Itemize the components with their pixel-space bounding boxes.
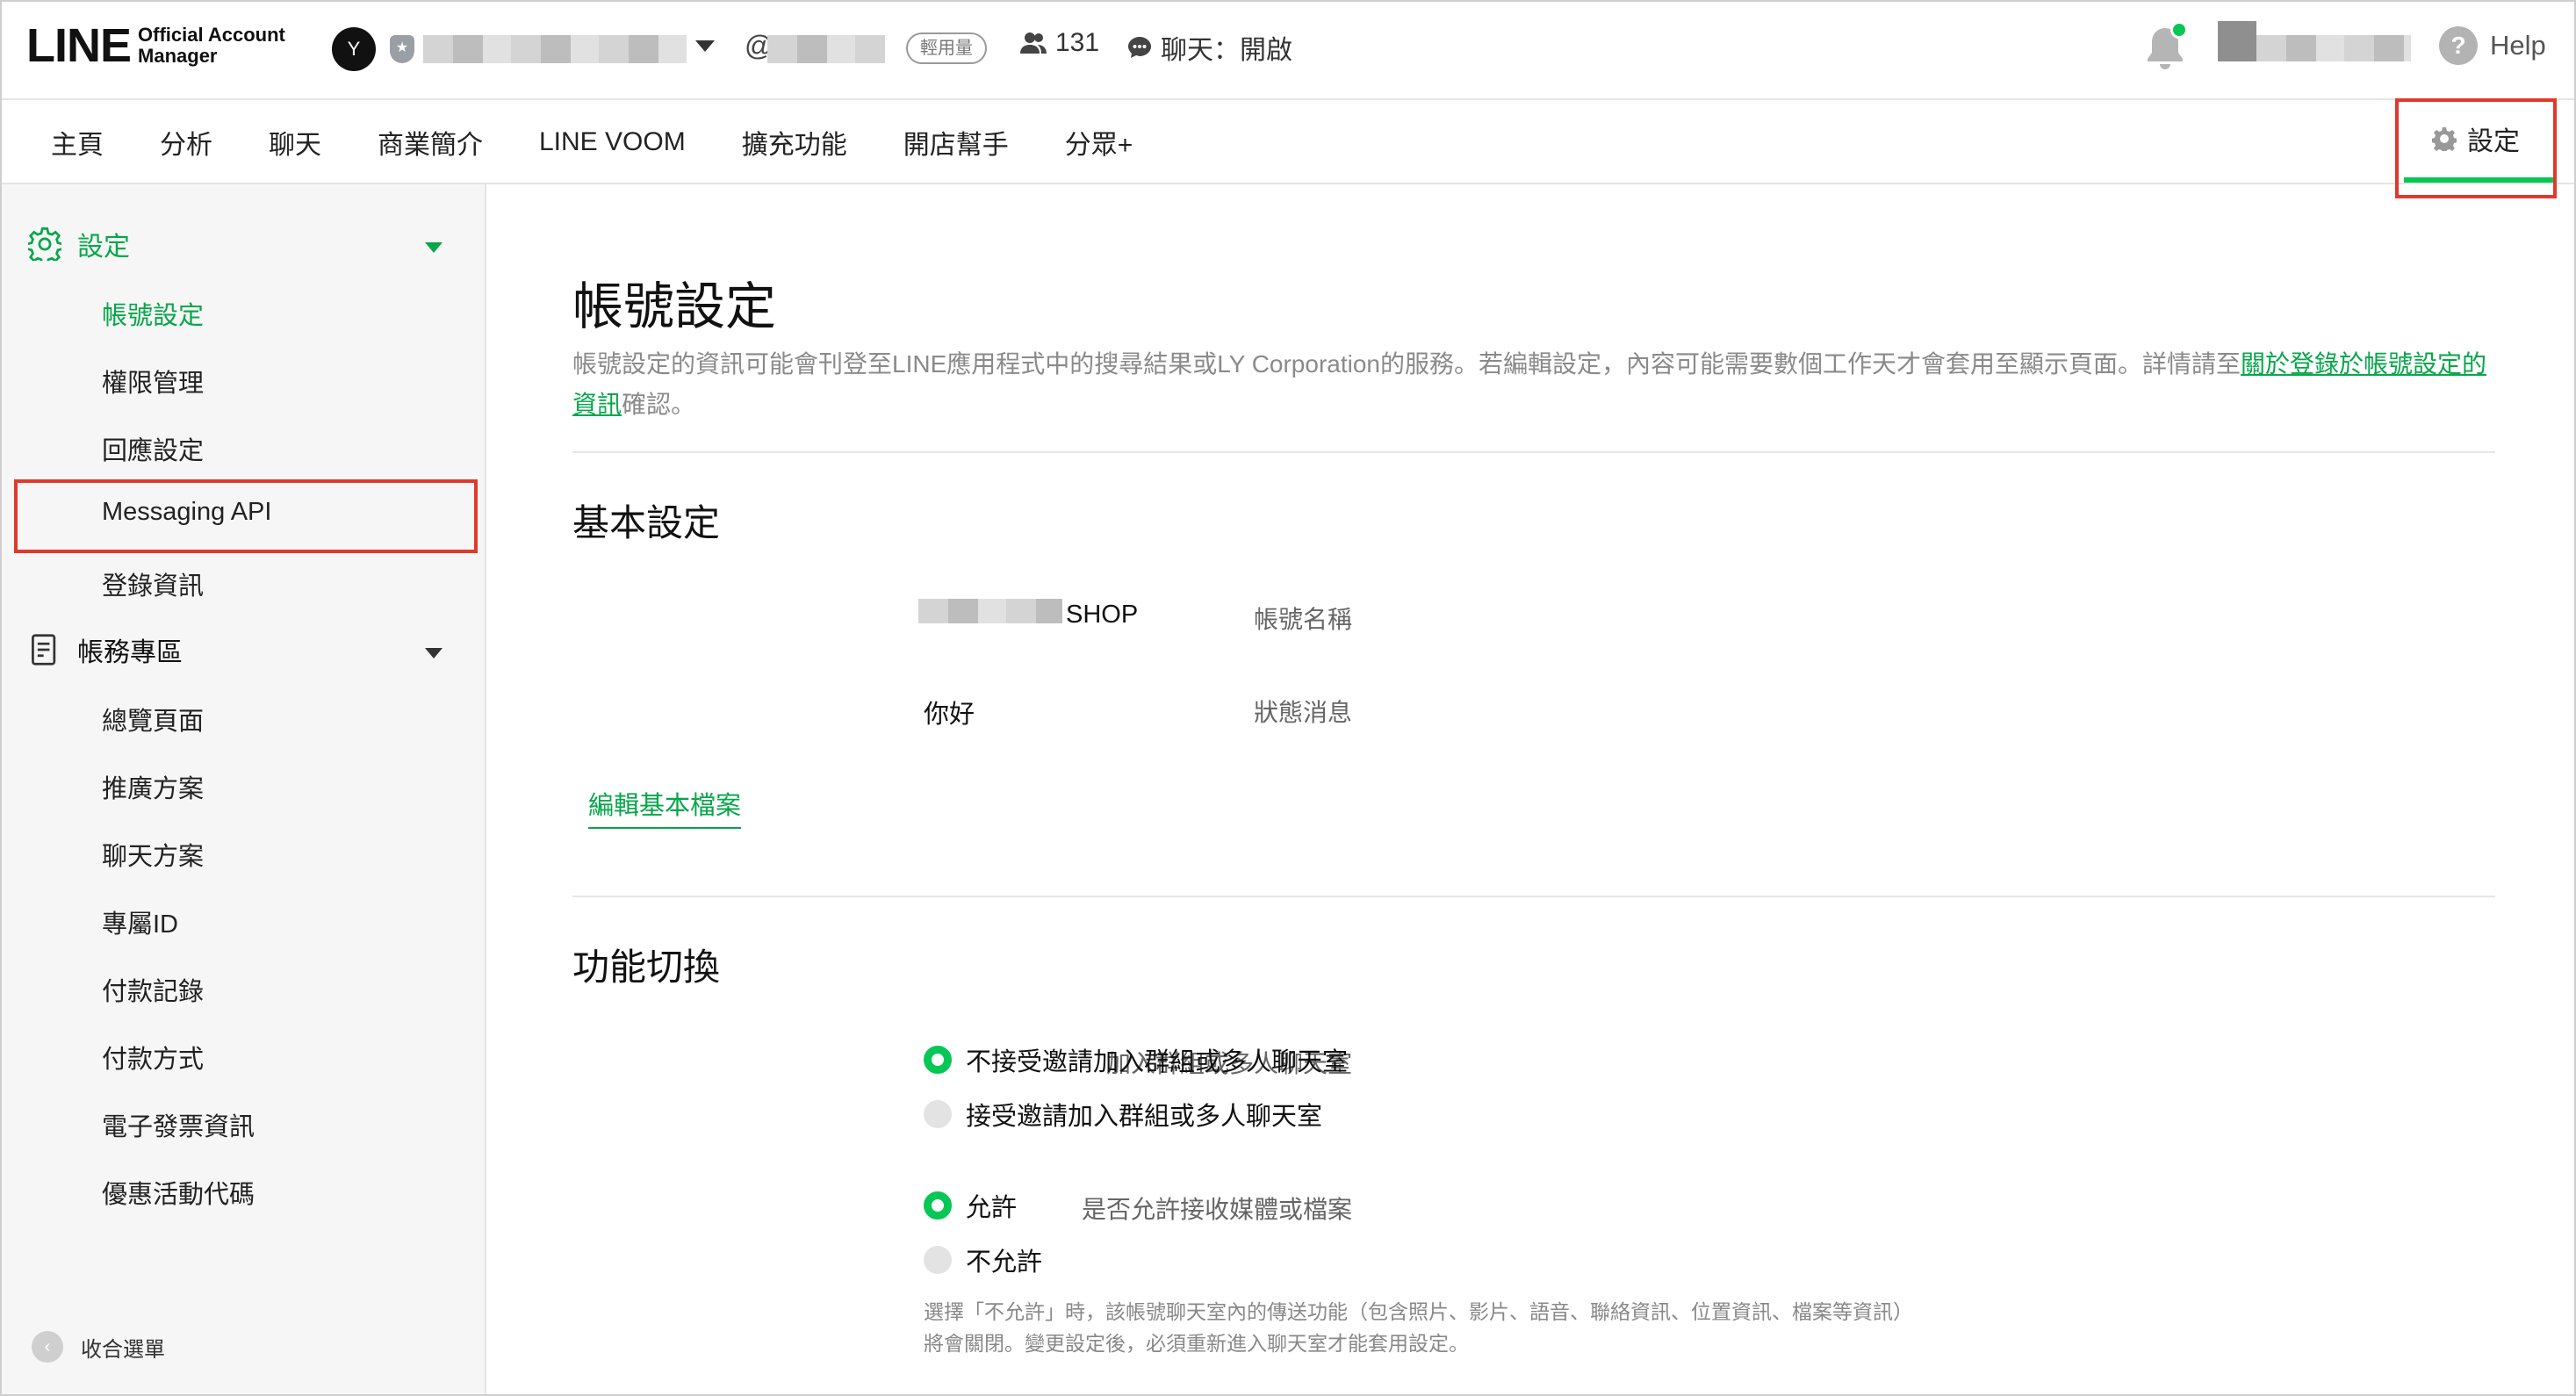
radio-label: 不接受邀請加入群組或多人聊天室 [966,1048,1349,1076]
divider [572,896,2495,897]
divider [572,451,2495,453]
feature-toggle-heading: 功能切換 [572,946,721,988]
sidebar-section-billing-label: 帳務專區 [77,638,183,667]
radio-label: 不允許 [966,1248,1043,1277]
plan-badge: 輕用量 [906,32,987,64]
nav-tab-shop-helper[interactable]: 開店幫手 [903,123,1009,162]
sidebar-item-payment-history[interactable]: 付款記錄 [102,971,204,1008]
sidebar-item-coupon-code[interactable]: 優惠活動代碼 [102,1174,255,1211]
collapse-menu-label: 收合選單 [81,1337,165,1362]
sidebar-item-promo-plan[interactable]: 推廣方案 [102,768,204,805]
media-files-label: 是否允許接收媒體或檔案 [1081,1196,1352,1223]
user-name-redacted[interactable] [2256,35,2411,61]
help-icon: ? [2439,26,2478,65]
account-switch-chevron-down-icon[interactable] [695,40,715,52]
page-description: 帳號設定的資訊可能會刊登至LINE應用程式中的搜尋結果或LY Corporati… [572,344,2504,425]
media-note: 選擇「不允許」時，該帳號聊天室內的傳送功能（包含照片、影片、語音、聯絡資訊、位置… [924,1300,1913,1355]
friend-count[interactable]: 131 [1020,28,1099,58]
logo-subtitle: Official Account Manager [138,25,285,67]
sidebar: 設定 帳號設定 權限管理 回應設定 Messaging API 登錄資訊 帳務專… [2,184,486,1394]
logo-wordmark: LINE [26,19,132,72]
main-content: 帳號設定 帳號設定的資訊可能會刊登至LINE應用程式中的搜尋結果或LY Corp… [486,184,2574,1394]
sidebar-section-billing[interactable]: 帳務專區 [28,630,183,669]
radio-label: 接受邀請加入群組或多人聊天室 [966,1103,1323,1131]
nav-tab-home[interactable]: 主頁 [51,123,104,162]
nav-tab-segments[interactable]: 分眾+ [1065,123,1133,162]
settings-gear-icon [28,227,61,261]
account-avatar[interactable]: Y [332,27,376,71]
billing-document-icon [32,634,56,666]
radio-allow-media[interactable]: 允許 [924,1187,1017,1224]
sidebar-item-permissions[interactable]: 權限管理 [102,363,204,399]
nav-tab-business-profile[interactable]: 商業簡介 [378,123,483,162]
account-name-value-redacted [918,599,1062,623]
chat-status-text: 聊天：開啟 [1161,36,1292,65]
help-label: Help [2490,30,2546,61]
sidebar-item-payment-method[interactable]: 付款方式 [102,1039,204,1076]
basic-settings-heading: 基本設定 [572,502,721,543]
logo-subtitle-line2: Manager [138,45,218,67]
description-tail: 確認。 [622,391,696,418]
account-id-redacted [767,35,885,63]
chat-status[interactable]: 聊天：開啟 [1127,28,1292,67]
chevron-left-icon: ‹ [32,1331,63,1363]
account-name-redacted[interactable] [423,35,687,63]
radio-disallow-media[interactable]: 不允許 [924,1241,1042,1278]
edit-basic-profile-link[interactable]: 編輯基本檔案 [588,785,742,829]
sidebar-item-account-settings[interactable]: 帳號設定 [102,295,204,332]
radio-decline-group-invites[interactable]: 不接受邀請加入群組或多人聊天室 [924,1041,1348,1078]
collapse-menu-button[interactable]: ‹ 收合選單 [32,1331,165,1363]
radio-unselected-icon [924,1246,952,1274]
main-nav: 主頁 分析 聊天 商業簡介 LINE VOOM 擴充功能 開店幫手 分眾+ 設定 [2,100,2574,184]
radio-accept-group-invites[interactable]: 接受邀請加入群組或多人聊天室 [924,1096,1322,1133]
friend-count-value: 131 [1055,28,1100,57]
nav-tab-extensions[interactable]: 擴充功能 [742,123,847,162]
avatar-glyph: Y [347,38,361,60]
account-name-label: 帳號名稱 [1253,606,1352,633]
status-message-label: 狀態消息 [1253,699,1352,726]
logo-subtitle-line1: Official Account [138,24,285,46]
page-title: 帳號設定 [572,278,777,335]
nav-tab-chat[interactable]: 聊天 [269,123,321,162]
sidebar-item-premium-id[interactable]: 專屬ID [102,903,178,940]
line-oam-logo[interactable]: LINE Official Account Manager [26,21,285,70]
app-window: LINE Official Account Manager Y ★ @ 輕用量 … [0,0,2576,1396]
description-text: 帳號設定的資訊可能會刊登至LINE應用程式中的搜尋結果或LY Corporati… [572,350,2241,378]
user-avatar[interactable] [2218,21,2256,61]
settings-highlight-box [2395,98,2557,198]
sidebar-section-settings[interactable]: 設定 [28,225,130,263]
sidebar-item-response-settings[interactable]: 回應設定 [102,430,204,467]
sidebar-item-chat-plan[interactable]: 聊天方案 [102,836,204,873]
chat-bubble-icon [1128,37,1151,58]
friends-icon [1020,32,1047,54]
sidebar-item-e-invoice[interactable]: 電子發票資訊 [102,1106,255,1143]
top-bar: LINE Official Account Manager Y ★ @ 輕用量 … [2,2,2574,100]
nav-tab-line-voom[interactable]: LINE VOOM [539,127,686,157]
section-settings-chevron-down-icon[interactable] [425,242,443,253]
sidebar-item-registration-info[interactable]: 登錄資訊 [102,565,204,602]
sidebar-item-overview[interactable]: 總覽頁面 [102,701,204,738]
radio-label: 允許 [966,1194,1018,1222]
status-message-value: 你好 [924,701,975,729]
notification-dot [2170,21,2188,39]
radio-selected-icon [924,1191,952,1220]
help-link[interactable]: ? Help [2439,26,2546,65]
sidebar-section-settings-label: 設定 [77,233,130,262]
verified-shield-icon: ★ [390,35,414,63]
section-billing-chevron-down-icon[interactable] [425,648,443,658]
radio-selected-icon [924,1046,952,1074]
account-name-suffix: SHOP [1066,601,1139,629]
messaging-api-highlight-box [14,479,478,553]
nav-tabs: 主頁 分析 聊天 商業簡介 LINE VOOM 擴充功能 開店幫手 分眾+ [51,100,1189,184]
radio-unselected-icon [924,1100,952,1128]
nav-tab-analytics[interactable]: 分析 [160,123,212,162]
